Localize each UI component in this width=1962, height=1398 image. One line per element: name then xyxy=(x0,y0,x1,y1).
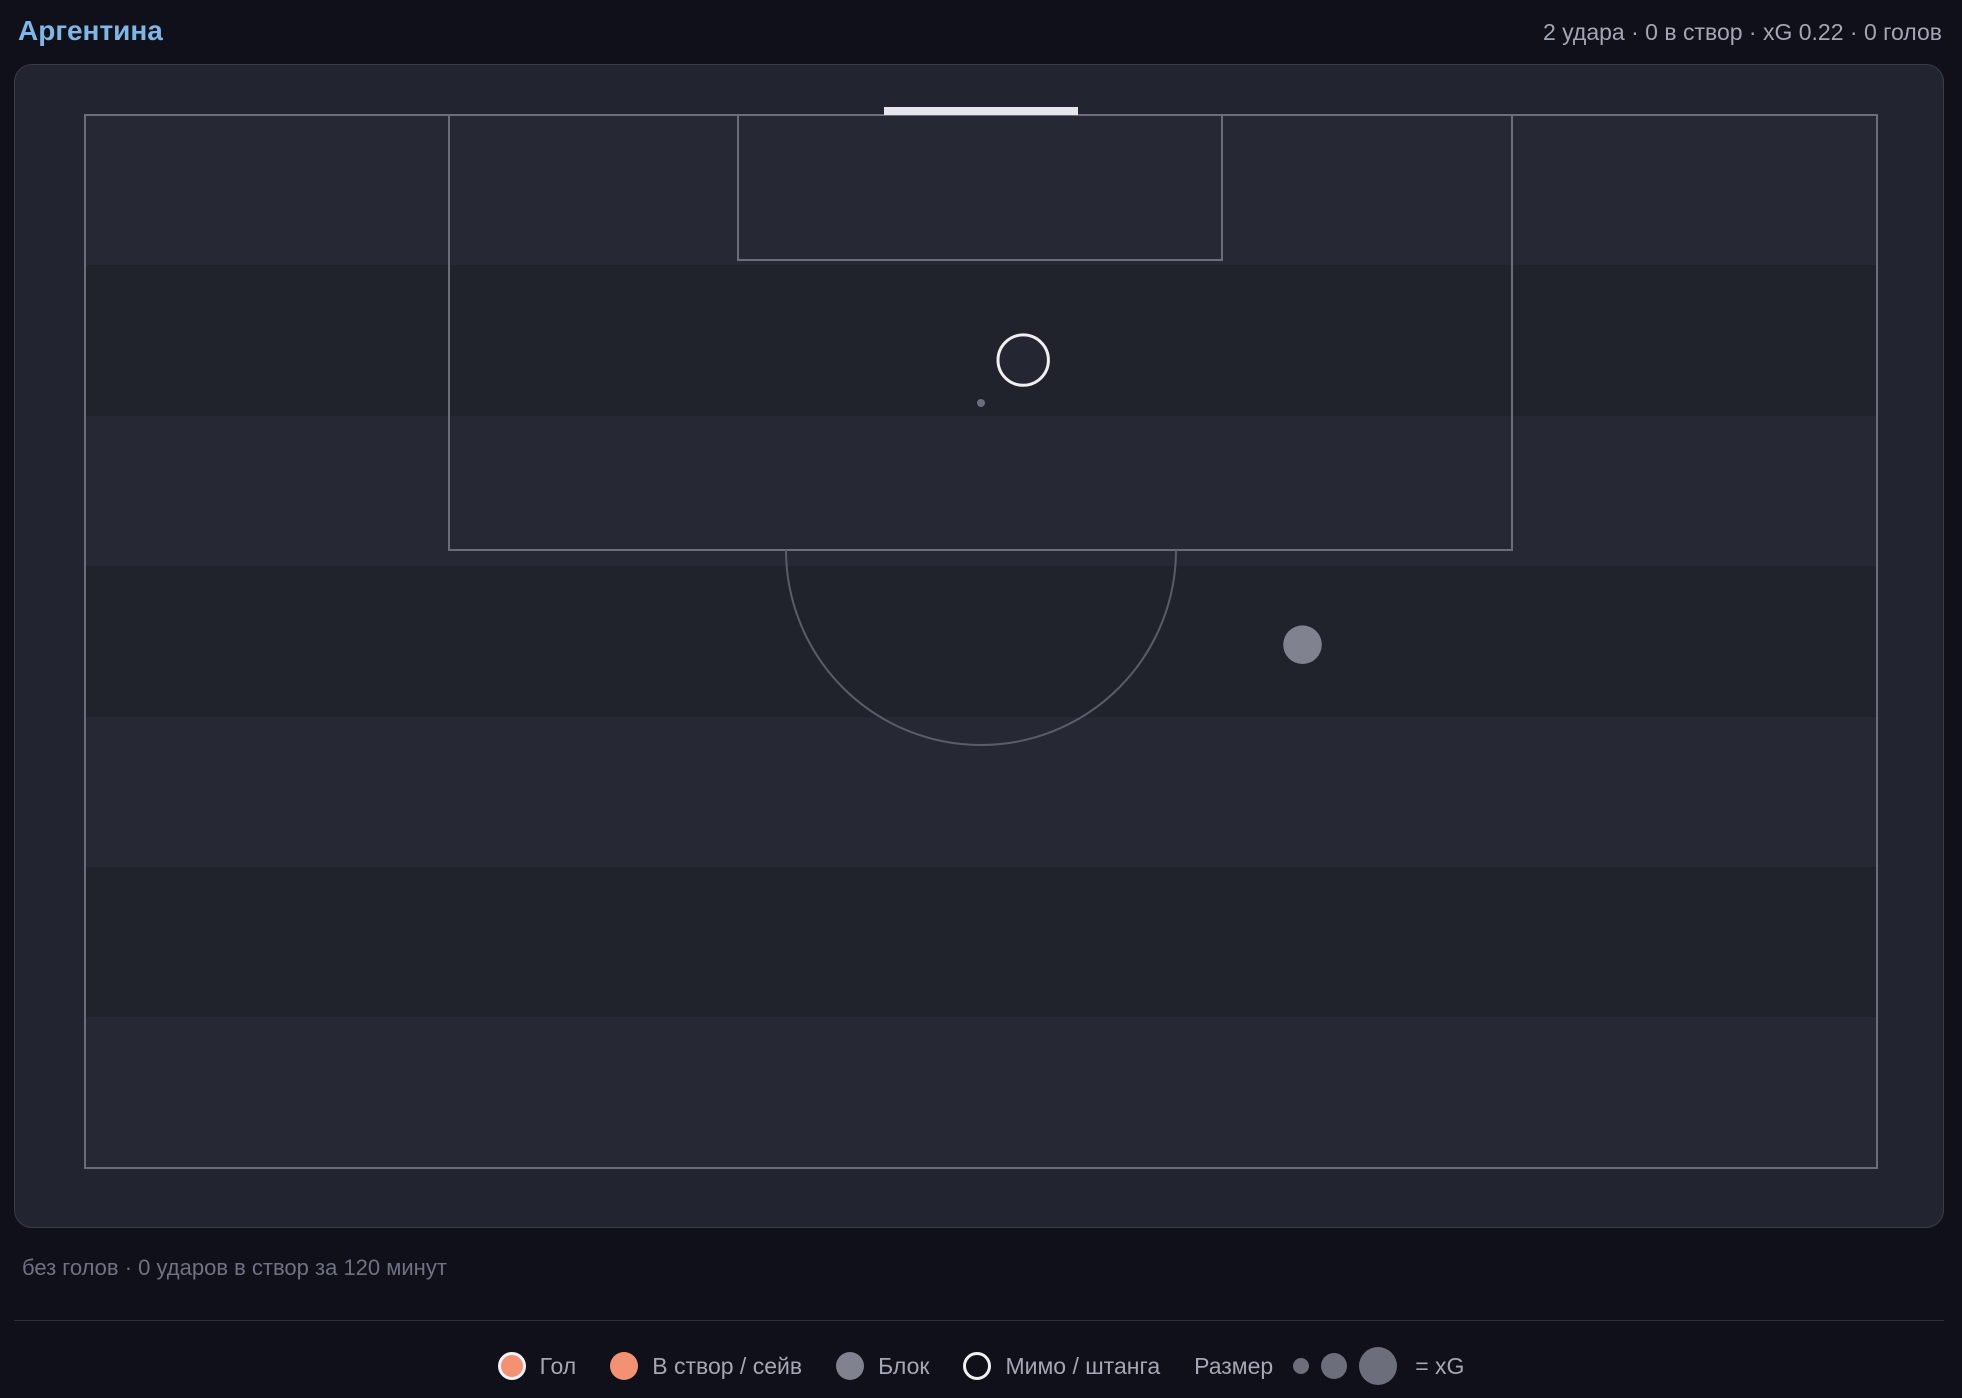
shot-marker-blocked[interactable] xyxy=(1283,625,1322,664)
penalty-spot xyxy=(977,399,985,407)
pitch-stripe xyxy=(85,115,1877,265)
shot-map xyxy=(84,107,1878,1169)
shot-marker-off-target[interactable] xyxy=(996,333,1050,387)
legend-off-target: Мимо / штанга xyxy=(963,1352,1160,1380)
legend-blocked: Блок xyxy=(836,1352,929,1380)
pitch-stripe xyxy=(85,416,1877,566)
goal-mouth xyxy=(884,107,1078,115)
legend-divider xyxy=(14,1320,1944,1321)
pitch-stripe xyxy=(85,717,1877,867)
match-caption: без голов · 0 ударов в створ за 120 мину… xyxy=(22,1255,447,1280)
pitch-stripe xyxy=(85,566,1877,717)
legend-size: Размер = xG xyxy=(1194,1347,1464,1385)
legend-goal: Гол xyxy=(497,1352,577,1380)
size-small-icon xyxy=(1293,1358,1310,1374)
pitch-stripe xyxy=(85,265,1877,416)
legend-blocked-label: Блок xyxy=(878,1352,930,1379)
legend-on-target-label: В створ / сейв xyxy=(652,1352,803,1379)
legend-size-suffix: = xG xyxy=(1415,1352,1465,1379)
pitch-stripes xyxy=(85,115,1877,1168)
legend-off-target-label: Мимо / штанга xyxy=(1005,1352,1161,1379)
goal-marker-icon xyxy=(497,1352,526,1380)
pitch-stripe xyxy=(85,867,1877,1017)
shot-stats-summary: 2 удара · 0 в створ · xG 0.22 · 0 голов xyxy=(1543,19,1942,45)
team-title: Аргентина xyxy=(18,15,163,46)
legend-size-label: Размер xyxy=(1194,1352,1274,1379)
legend: Гол В створ / сейв Блок Мимо / штанга Ра… xyxy=(0,1344,1962,1388)
pitch-card xyxy=(14,64,1944,1228)
on-target-marker-icon xyxy=(610,1352,639,1380)
pitch-stripe xyxy=(85,1017,1877,1168)
legend-goal-label: Гол xyxy=(539,1352,577,1379)
legend-on-target: В створ / сейв xyxy=(610,1352,802,1380)
off-target-marker-icon xyxy=(963,1352,992,1380)
blocked-marker-icon xyxy=(836,1352,865,1380)
size-medium-icon xyxy=(1321,1353,1348,1379)
size-large-icon xyxy=(1359,1347,1398,1385)
